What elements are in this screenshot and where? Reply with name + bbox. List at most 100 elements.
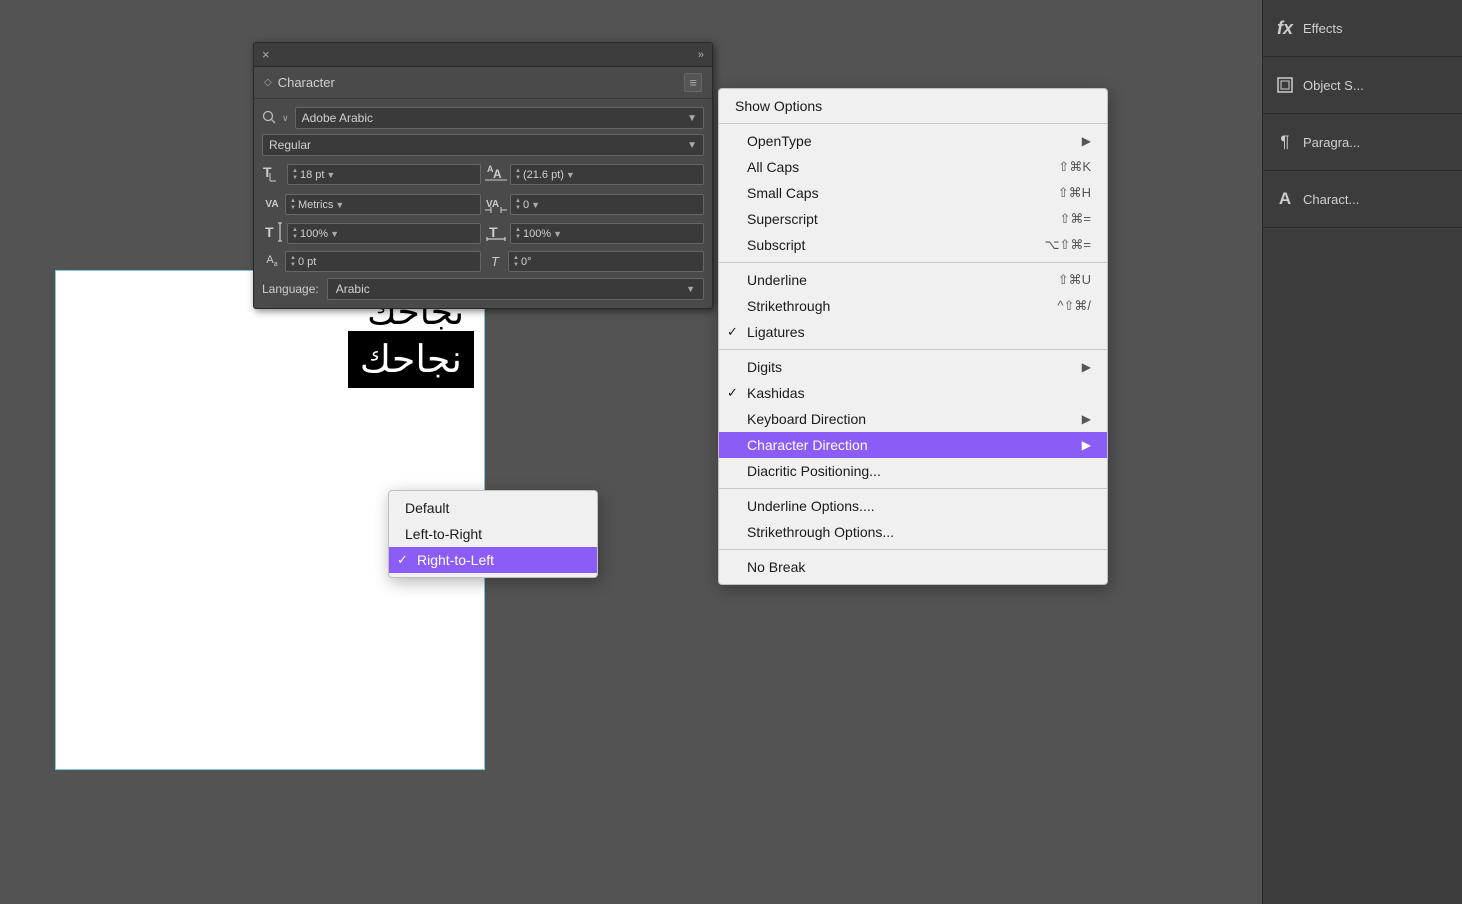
font-size-spinners[interactable]: ▲ ▼	[292, 168, 298, 181]
kerning-icon: VA	[262, 199, 282, 210]
menu-item-ligatures[interactable]: ✓ Ligatures	[719, 319, 1107, 345]
panel-menu-button[interactable]: ≡	[684, 73, 702, 92]
menu-item-diacritic-positioning[interactable]: Diacritic Positioning...	[719, 458, 1107, 484]
tracking-spinners[interactable]: ▲ ▼	[515, 198, 521, 211]
skew-down[interactable]: ▼	[513, 262, 519, 268]
font-size-group: T ▲ ▼ 18 pt ▼	[262, 161, 481, 188]
menu-item-superscript[interactable]: Superscript ⇧⌘=	[719, 206, 1107, 232]
keyboard-direction-arrow-icon: ▶	[1082, 412, 1091, 426]
keyboard-direction-label: Keyboard Direction	[747, 411, 866, 427]
vertical-scale-field[interactable]: ▲ ▼ 100% ▼	[287, 223, 481, 244]
horizontal-scale-spinners[interactable]: ▲ ▼	[515, 227, 521, 240]
menu-item-character-direction[interactable]: Character Direction ▶	[719, 432, 1107, 458]
tracking-icon: VA	[485, 193, 507, 216]
menu-item-underline[interactable]: Underline ⇧⌘U	[719, 267, 1107, 293]
right-panel-paragraph[interactable]: ¶ Paragra...	[1263, 114, 1462, 171]
leading-up[interactable]: ▲	[515, 168, 521, 174]
baseline-icon: Aa	[262, 254, 282, 268]
font-size-down[interactable]: ▼	[292, 175, 298, 181]
menu-item-opentype[interactable]: OpenType ▶	[719, 128, 1107, 154]
right-panel-character[interactable]: A Charact...	[1263, 171, 1462, 228]
character-direction-submenu: Default Left-to-Right ✓ Right-to-Left	[388, 490, 598, 578]
menu-item-no-break[interactable]: No Break	[719, 554, 1107, 580]
horizontal-scale-group: T ▲ ▼ 100% ▼	[485, 221, 704, 246]
font-name-row: ∨ Adobe Arabic ▼	[262, 107, 704, 129]
menu-item-digits[interactable]: Digits ▶	[719, 354, 1107, 380]
baseline-value: 0 pt	[298, 256, 316, 268]
ligatures-label: Ligatures	[747, 324, 805, 340]
tracking-field[interactable]: ▲ ▼ 0 ▼	[510, 194, 704, 215]
font-style-select[interactable]: Regular ▼	[262, 134, 704, 156]
vertical-scale-down[interactable]: ▼	[292, 234, 298, 240]
panel-header: ◇ Character ≡	[254, 67, 712, 99]
baseline-spinners[interactable]: ▲ ▼	[290, 255, 296, 268]
underline-options-label: Underline Options....	[747, 498, 875, 514]
horizontal-scale-up[interactable]: ▲	[515, 227, 521, 233]
menu-separator-3	[719, 349, 1107, 350]
horizontal-scale-dropdown-arrow[interactable]: ▼	[553, 229, 562, 239]
vertical-scale-spinners[interactable]: ▲ ▼	[292, 227, 298, 240]
language-label: Language:	[262, 282, 319, 296]
skew-field[interactable]: ▲ ▼ 0°	[508, 251, 704, 272]
tracking-dropdown-arrow[interactable]: ▼	[531, 200, 540, 210]
panel-body: ∨ Adobe Arabic ▼ Regular ▼ T	[254, 99, 712, 308]
all-caps-shortcut: ⇧⌘K	[1058, 159, 1091, 175]
right-panel-object-styles[interactable]: Object S...	[1263, 57, 1462, 114]
object-styles-icon	[1275, 75, 1295, 95]
menu-item-underline-options[interactable]: Underline Options....	[719, 493, 1107, 519]
submenu-item-left-to-right[interactable]: Left-to-Right	[389, 521, 597, 547]
ligatures-check-icon: ✓	[727, 324, 738, 340]
kerning-spinners[interactable]: ▲ ▼	[290, 198, 296, 211]
menu-item-strikethrough[interactable]: Strikethrough ^⇧⌘/	[719, 293, 1107, 319]
right-to-left-label: Right-to-Left	[417, 552, 494, 568]
kerning-up[interactable]: ▲	[290, 198, 296, 204]
skew-spinners[interactable]: ▲ ▼	[513, 255, 519, 268]
skew-icon: T	[485, 254, 505, 269]
leading-dropdown-arrow[interactable]: ▼	[566, 170, 575, 180]
submenu-item-default[interactable]: Default	[389, 495, 597, 521]
menu-item-strikethrough-options[interactable]: Strikethrough Options...	[719, 519, 1107, 545]
font-size-up[interactable]: ▲	[292, 168, 298, 174]
leading-field[interactable]: ▲ ▼ (21.6 pt) ▼	[510, 164, 704, 185]
menu-item-subscript[interactable]: Subscript ⌥⇧⌘=	[719, 232, 1107, 258]
language-value: Arabic	[336, 282, 370, 296]
kerning-down[interactable]: ▼	[290, 205, 296, 211]
menu-item-all-caps[interactable]: All Caps ⇧⌘K	[719, 154, 1107, 180]
leading-spinners[interactable]: ▲ ▼	[515, 168, 521, 181]
tracking-up[interactable]: ▲	[515, 198, 521, 204]
font-name-select[interactable]: Adobe Arabic ▼	[295, 107, 704, 129]
skew-up[interactable]: ▲	[513, 255, 519, 261]
leading-down[interactable]: ▼	[515, 175, 521, 181]
kerning-dropdown-arrow[interactable]: ▼	[335, 200, 344, 210]
menu-item-kashidas[interactable]: ✓ Kashidas	[719, 380, 1107, 406]
default-label: Default	[405, 500, 449, 516]
kerning-tracking-row: VA ▲ ▼ Metrics ▼ VA	[262, 193, 704, 216]
opentype-label: OpenType	[747, 133, 812, 149]
font-size-field[interactable]: ▲ ▼ 18 pt ▼	[287, 164, 481, 185]
vertical-scale-value: 100%	[300, 228, 328, 240]
panel-close-button[interactable]: ×	[262, 47, 270, 62]
vertical-scale-dropdown-arrow[interactable]: ▼	[330, 229, 339, 239]
tracking-down[interactable]: ▼	[515, 205, 521, 211]
digits-arrow-icon: ▶	[1082, 360, 1091, 374]
menu-item-show-options[interactable]: Show Options	[719, 93, 1107, 119]
vertical-scale-up[interactable]: ▲	[292, 227, 298, 233]
panel-collapse-button[interactable]: »	[698, 49, 704, 61]
horizontal-scale-field[interactable]: ▲ ▼ 100% ▼	[510, 223, 704, 244]
baseline-up[interactable]: ▲	[290, 255, 296, 261]
show-options-label: Show Options	[735, 98, 822, 114]
kerning-field[interactable]: ▲ ▼ Metrics ▼	[285, 194, 481, 215]
character-direction-arrow-icon: ▶	[1082, 438, 1091, 452]
all-caps-label: All Caps	[747, 159, 799, 175]
menu-item-keyboard-direction[interactable]: Keyboard Direction ▶	[719, 406, 1107, 432]
language-select[interactable]: Arabic ▼	[327, 278, 704, 300]
right-to-left-check-icon: ✓	[397, 552, 408, 568]
right-panel-effects[interactable]: fx Effects	[1263, 0, 1462, 57]
submenu-item-right-to-left[interactable]: ✓ Right-to-Left	[389, 547, 597, 573]
font-size-value: 18 pt	[300, 169, 324, 181]
font-size-dropdown-arrow[interactable]: ▼	[326, 170, 335, 180]
menu-item-small-caps[interactable]: Small Caps ⇧⌘H	[719, 180, 1107, 206]
baseline-down[interactable]: ▼	[290, 262, 296, 268]
baseline-field[interactable]: ▲ ▼ 0 pt	[285, 251, 481, 272]
horizontal-scale-down[interactable]: ▼	[515, 234, 521, 240]
